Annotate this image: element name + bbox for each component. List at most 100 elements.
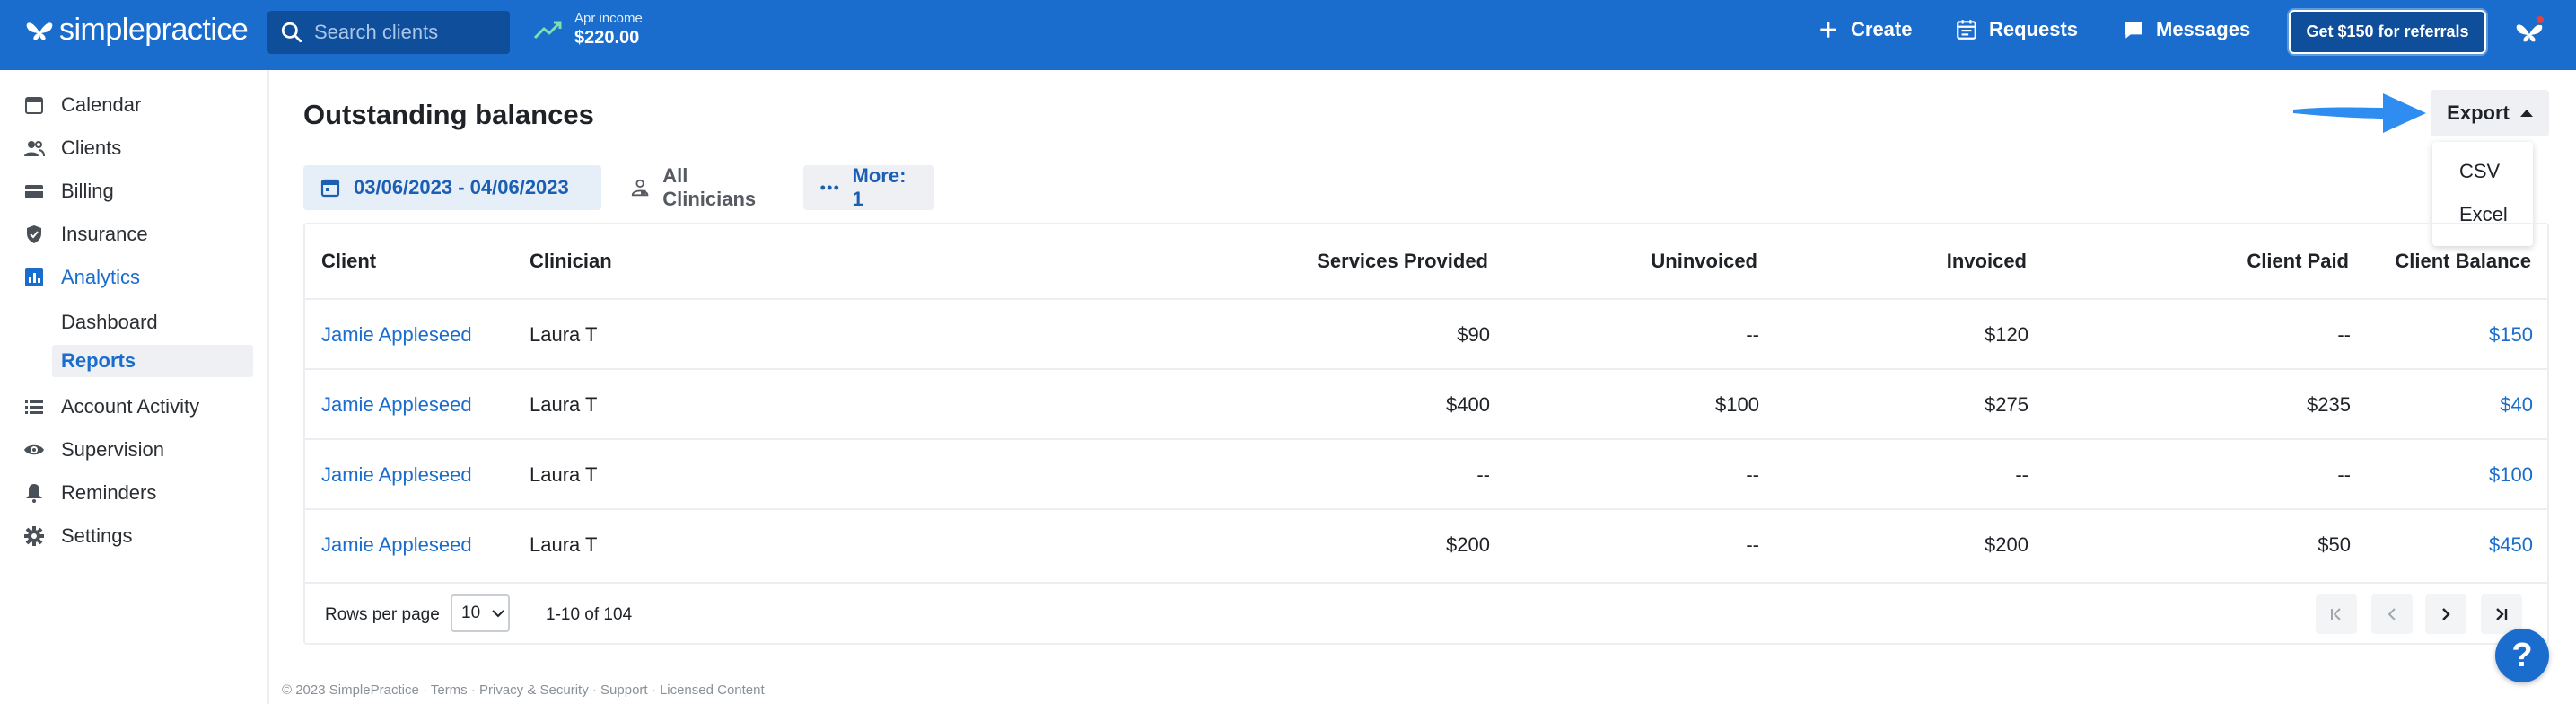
invoiced-cell: $275 [1985,393,2028,416]
search-icon [281,22,302,43]
monthly-income-widget[interactable]: Apr income $220.00 [533,11,643,48]
create-button[interactable]: Create [1817,18,1912,41]
trend-up-icon [533,21,562,40]
sidebar-subitem-reports[interactable]: Reports [52,345,253,377]
help-button[interactable]: ? [2495,629,2549,682]
column-header-client-balance[interactable]: Client Balance [2395,250,2531,273]
chevron-left-icon [2388,608,2396,620]
search-clients-input[interactable] [314,21,494,44]
date-range-label: 03/06/2023 - 04/06/2023 [354,176,569,198]
create-label: Create [1851,18,1913,40]
uninvoiced-cell: -- [1746,463,1759,486]
sidebar-item-label: Clients [61,136,122,159]
sidebar: Calendar Clients Billing Insurance Analy… [0,70,269,704]
last-page-button[interactable] [2481,594,2522,634]
sidebar-item-account-activity[interactable]: Account Activity [23,395,199,418]
chevron-right-icon [2442,608,2450,620]
paid-cell: $50 [2318,533,2351,556]
billing-card-icon [25,185,43,198]
calendar-icon [320,179,340,198]
page-title: Outstanding balances [303,99,594,130]
sidebar-item-settings[interactable]: Settings [23,524,133,548]
sidebar-item-insurance[interactable]: Insurance [23,223,148,246]
clinician-cell: Laura T [530,463,598,486]
rows-per-page-select[interactable]: 10 [451,594,510,632]
sidebar-item-reminders[interactable]: Reminders [23,481,156,505]
column-header-client[interactable]: Client [321,250,376,273]
sidebar-item-clients[interactable]: Clients [23,136,121,160]
balance-link[interactable]: $100 [2489,463,2533,487]
calendar-request-icon [1957,20,1976,40]
account-menu[interactable] [2513,14,2545,48]
previous-page-button[interactable] [2371,594,2413,634]
last-page-icon [2496,608,2508,620]
balance-link[interactable]: $450 [2489,533,2533,557]
date-range-filter[interactable]: 03/06/2023 - 04/06/2023 [303,165,601,210]
clinician-cell: Laura T [530,323,598,346]
column-header-services-provided[interactable]: Services Provided [1317,250,1488,273]
column-header-client-paid[interactable]: Client Paid [2247,250,2349,273]
caret-up-icon [2519,110,2533,117]
services-cell: $400 [1446,393,1490,416]
export-label: Export [2447,101,2510,124]
gear-icon [24,526,44,546]
table-row: Jamie Appleseed Laura T $90 -- $120 -- $… [305,298,2547,368]
first-page-icon [2331,608,2341,620]
uninvoiced-cell: -- [1746,533,1759,556]
client-link[interactable]: Jamie Appleseed [321,393,472,417]
clinician-cell: Laura T [530,533,598,556]
export-button[interactable]: Export [2431,90,2549,136]
referral-button[interactable]: Get $150 for referrals [2289,10,2486,54]
requests-button[interactable]: Requests [1955,18,2078,41]
paid-cell: $235 [2307,393,2351,416]
next-page-button[interactable] [2425,594,2466,634]
more-filters-label: More: 1 [852,164,907,210]
rows-per-page-value: 10 [461,603,481,622]
sidebar-item-label: Insurance [61,223,148,245]
column-header-clinician[interactable]: Clinician [530,250,612,273]
column-header-invoiced[interactable]: Invoiced [1947,250,2027,273]
services-cell: $200 [1446,533,1490,556]
sidebar-item-supervision[interactable]: Supervision [23,438,164,462]
sidebar-item-label: Account Activity [61,395,200,418]
rows-per-page-label: Rows per page [325,605,440,624]
client-link[interactable]: Jamie Appleseed [321,533,472,557]
bell-icon [26,484,42,503]
bar-chart-icon [25,268,43,286]
butterfly-logo-icon [26,22,53,40]
table-row: Jamie Appleseed Laura T $200 -- $200 $50… [305,508,2547,578]
sidebar-item-analytics[interactable]: Analytics [23,266,140,289]
invoiced-cell: $200 [1985,533,2028,556]
sidebar-item-label: Billing [61,180,114,202]
notification-dot [2535,14,2545,25]
sidebar-subitem-dashboard[interactable]: Dashboard [61,311,158,334]
client-link[interactable]: Jamie Appleseed [321,323,472,347]
invoiced-cell: $120 [1985,323,2028,346]
sidebar-item-billing[interactable]: Billing [23,180,114,203]
callout-arrow-icon [2293,93,2426,133]
balance-link[interactable]: $150 [2489,323,2533,347]
footer-links[interactable]: © 2023 SimplePractice · Terms · Privacy … [282,682,765,698]
eye-icon [24,444,44,455]
balance-link[interactable]: $40 [2500,393,2533,417]
requests-label: Requests [1989,18,2079,40]
export-option-csv[interactable]: CSV [2459,160,2500,183]
messages-button[interactable]: Messages [2122,18,2250,41]
sidebar-item-label: Settings [61,524,133,547]
list-icon [25,400,43,414]
first-page-button[interactable] [2316,594,2357,634]
search-clients-box[interactable] [267,11,510,54]
simplepractice-logo[interactable]: simplepractice [23,13,249,48]
more-filters-button[interactable]: More: 1 [803,164,934,210]
sidebar-item-calendar[interactable]: Calendar [23,93,141,117]
clinicians-filter[interactable]: All Clinicians [614,164,793,210]
sidebar-item-label: Reminders [61,481,157,504]
client-link[interactable]: Jamie Appleseed [321,463,472,487]
column-header-uninvoiced[interactable]: Uninvoiced [1651,250,1757,273]
sidebar-item-label: Calendar [61,93,142,116]
sidebar-item-label: Supervision [61,438,164,461]
pagination-bar: Rows per page 10 1-10 of 104 [305,582,2547,645]
services-cell: -- [1476,463,1490,486]
pagination-range: 1-10 of 104 [546,605,633,624]
clinicians-label: All Clinicians [662,164,757,210]
